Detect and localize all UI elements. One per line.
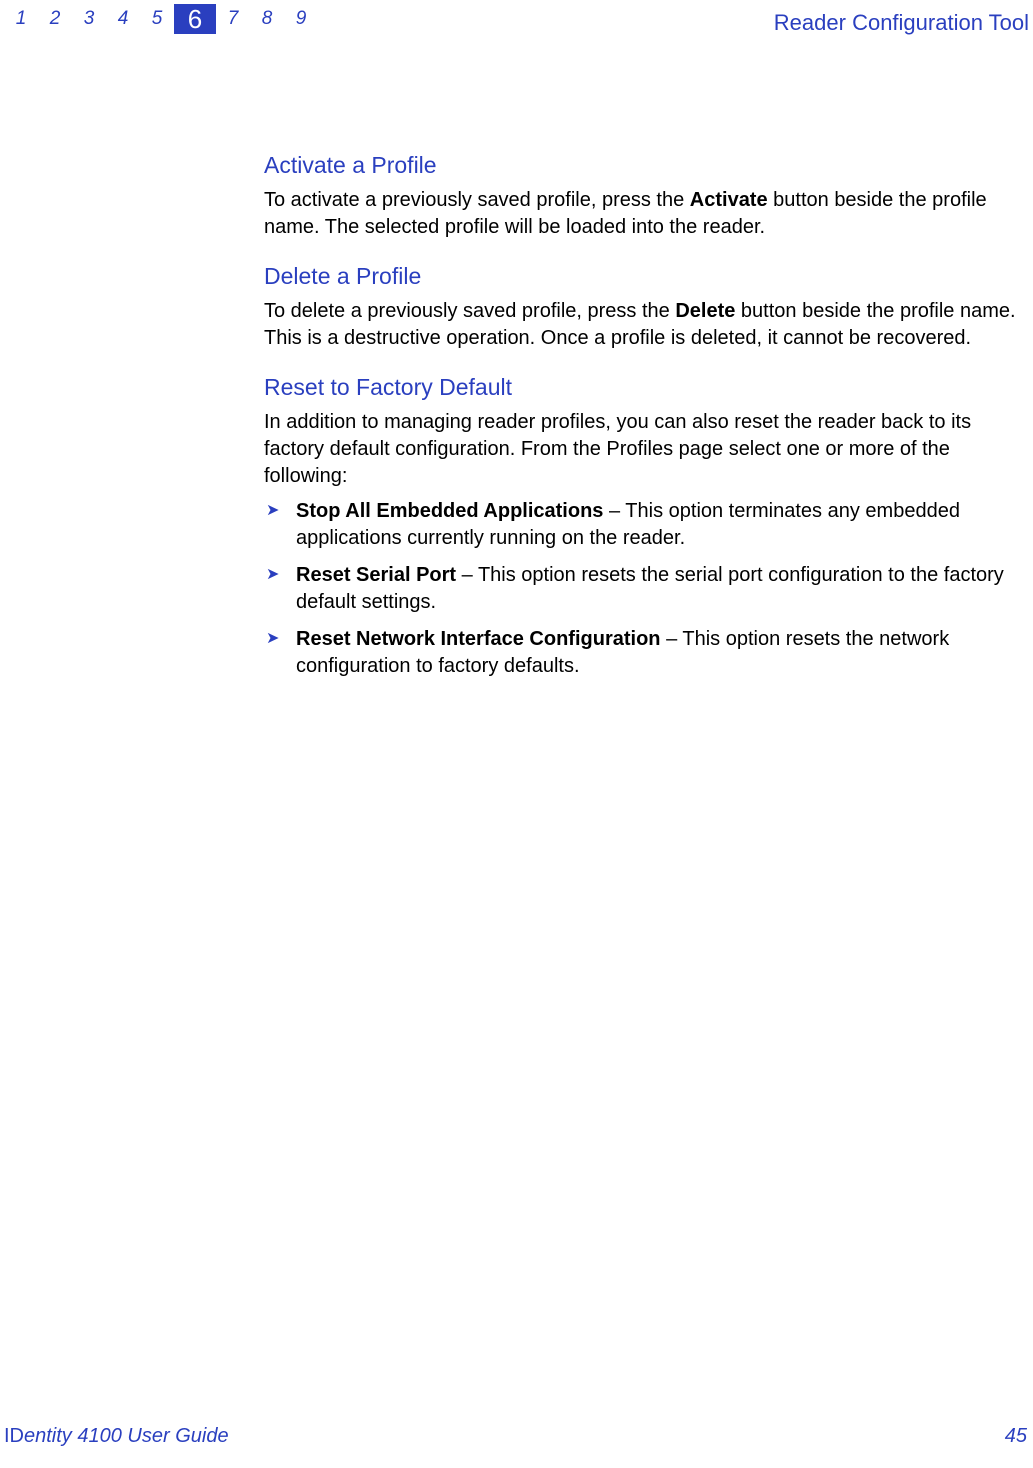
option-bold: Reset Network Interface Configuration xyxy=(296,628,661,650)
footer-rest: 4100 User Guide xyxy=(72,1425,229,1447)
chapter-link-9[interactable]: 9 xyxy=(284,5,318,33)
chapter-link-6-current[interactable]: 6 xyxy=(174,4,216,34)
option-bold: Stop All Embedded Applications xyxy=(296,500,603,522)
page-footer: IDentity 4100 User Guide 45 xyxy=(4,1425,1027,1448)
content-area: Activate a Profile To activate a previou… xyxy=(264,130,1029,690)
doc-section-title: Reader Configuration Tool xyxy=(774,10,1029,36)
footer-guide-name: IDentity 4100 User Guide xyxy=(4,1425,229,1447)
chapter-nav: 1 2 3 4 5 6 7 8 9 xyxy=(4,4,318,34)
page-number: 45 xyxy=(1005,1425,1027,1448)
reset-options-list: Stop All Embedded Applications – This op… xyxy=(264,498,1029,680)
page-header: 1 2 3 4 5 6 7 8 9 Reader Configuration T… xyxy=(0,4,1033,38)
footer-entity: entity xyxy=(24,1425,72,1447)
chapter-link-2[interactable]: 2 xyxy=(38,5,72,33)
list-item: Stop All Embedded Applications – This op… xyxy=(292,498,1029,552)
chapter-link-5[interactable]: 5 xyxy=(140,5,174,33)
option-bold: Reset Serial Port xyxy=(296,564,456,586)
para-reset-intro: In addition to managing reader profiles,… xyxy=(264,409,1029,490)
heading-reset: Reset to Factory Default xyxy=(264,374,1029,401)
text: To activate a previously saved profile, … xyxy=(264,189,690,211)
heading-delete: Delete a Profile xyxy=(264,263,1029,290)
text: To delete a previously saved profile, pr… xyxy=(264,300,675,322)
bold-delete: Delete xyxy=(675,300,735,322)
chapter-link-8[interactable]: 8 xyxy=(250,5,284,33)
chapter-link-4[interactable]: 4 xyxy=(106,5,140,33)
list-item: Reset Serial Port – This option resets t… xyxy=(292,562,1029,616)
list-item: Reset Network Interface Configuration – … xyxy=(292,626,1029,680)
para-activate: To activate a previously saved profile, … xyxy=(264,187,1029,241)
footer-id: ID xyxy=(4,1425,24,1447)
chapter-link-3[interactable]: 3 xyxy=(72,5,106,33)
bold-activate: Activate xyxy=(690,189,768,211)
heading-activate: Activate a Profile xyxy=(264,152,1029,179)
para-delete: To delete a previously saved profile, pr… xyxy=(264,298,1029,352)
chapter-link-1[interactable]: 1 xyxy=(4,5,38,33)
chapter-link-7[interactable]: 7 xyxy=(216,5,250,33)
